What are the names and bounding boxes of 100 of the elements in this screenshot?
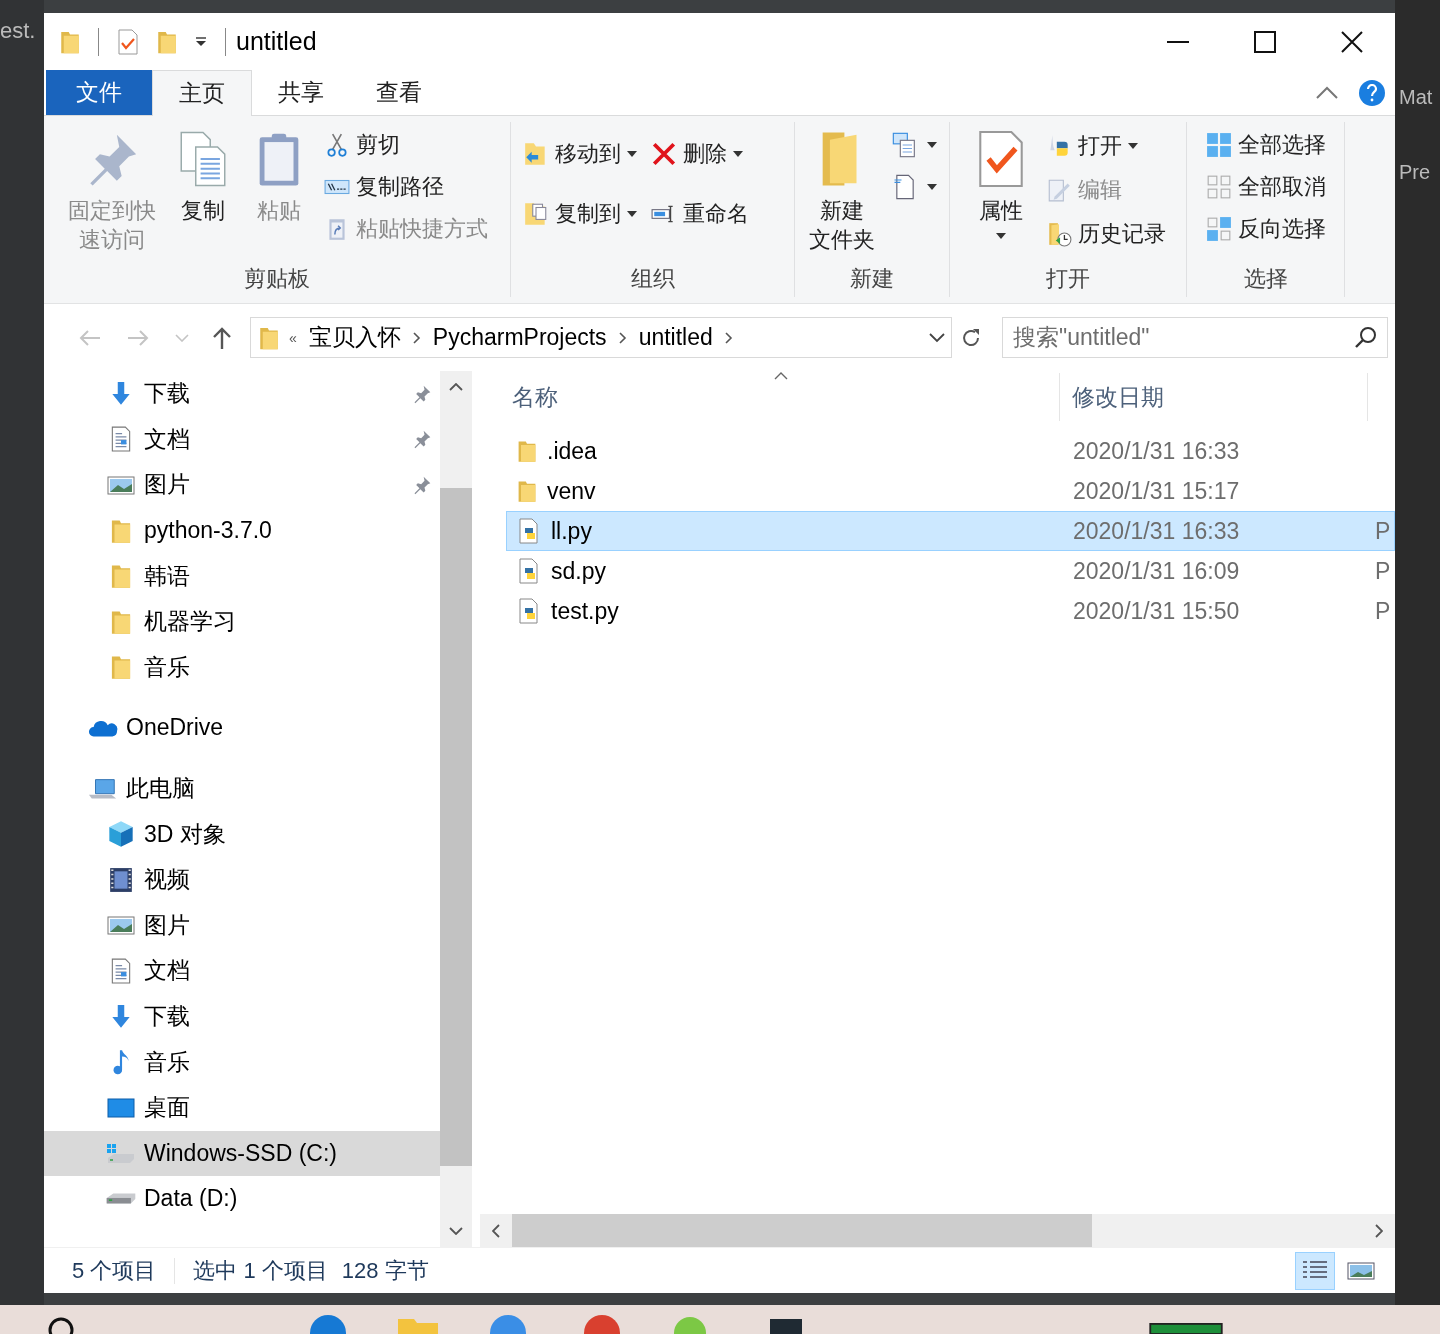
chevron-down-icon <box>449 1227 463 1235</box>
overflow-marker[interactable]: « <box>289 329 297 346</box>
ribbon-button[interactable]: 新建 文件夹 <box>803 124 881 254</box>
ribbon-tab[interactable]: 主页 <box>152 70 252 116</box>
chevron-down-icon <box>929 332 945 343</box>
navigation-item[interactable]: 音乐 <box>44 644 440 691</box>
modified-date: 2020/1/31 16:33 <box>1072 437 1241 465</box>
navigation-item[interactable]: 图片 <box>44 462 440 508</box>
ribbon-tab[interactable]: 查看 <box>350 70 448 115</box>
ribbon-button[interactable]: 复制到 <box>519 184 641 244</box>
chevron-icon <box>618 331 627 344</box>
background-text: Mat <box>1398 86 1433 109</box>
details-view-button[interactable] <box>1295 1251 1335 1290</box>
modified-date: 2020/1/31 16:09 <box>1072 557 1241 585</box>
group-label: 组织 <box>629 265 676 293</box>
folder-icon <box>110 654 132 681</box>
chevron-up-icon <box>449 383 463 391</box>
ribbon-tab[interactable]: 共享 <box>252 70 350 115</box>
group-label: 剪贴板 <box>243 265 311 293</box>
ribbon-button[interactable]: 复制路径 <box>320 166 492 208</box>
navigation-item[interactable]: 机器学习 <box>44 598 440 645</box>
group-label: 选择 <box>1242 265 1289 293</box>
breadcrumb[interactable]: 宝贝入怀 <box>306 322 403 353</box>
file-row[interactable]: ll.py 2020/1/31 16:33 P <box>506 511 1395 551</box>
navigation-item[interactable]: Data (D:) <box>44 1176 440 1222</box>
chevron-icon <box>724 331 733 344</box>
ribbon-button[interactable]: 全部取消 <box>1201 166 1330 208</box>
python-file-icon <box>517 558 541 584</box>
ribbon-button[interactable]: 复制 <box>168 124 238 225</box>
minimize-icon <box>1166 40 1189 43</box>
scrollbar-thumb[interactable] <box>512 1214 1092 1247</box>
navigation-item[interactable]: 视频 <box>44 856 440 903</box>
folder-documents-icon <box>523 201 549 227</box>
breadcrumb[interactable]: untitled <box>636 324 715 351</box>
refresh-icon <box>960 326 982 349</box>
file-name: sd.py <box>551 557 606 585</box>
navigation-item[interactable]: 下载 <box>44 993 440 1040</box>
delete-icon <box>651 141 677 167</box>
navigation-item[interactable]: 3D 对象 <box>44 811 440 857</box>
ribbon-button[interactable]: 重命名 <box>647 184 753 244</box>
cube-icon <box>107 820 135 849</box>
column-header[interactable]: 修改日期 <box>1060 373 1368 421</box>
navigation-item[interactable]: 文档 <box>44 948 440 994</box>
up-arrow-icon <box>212 325 232 350</box>
navigation-item[interactable]: 文档 <box>44 416 440 463</box>
film-icon <box>108 866 134 893</box>
navigation-item[interactable]: python-3.7.0 <box>44 507 440 554</box>
ribbon-button[interactable]: 打开 <box>1042 124 1170 168</box>
ribbon-button[interactable]: 历史记录 <box>1042 212 1170 256</box>
properties-icon[interactable] <box>117 28 139 55</box>
file-row[interactable]: .idea 2020/1/31 16:33 <box>506 431 1395 471</box>
file-row[interactable]: venv 2020/1/31 15:17 <box>506 471 1395 511</box>
ribbon-button[interactable]: 删除 <box>647 124 753 184</box>
chevron-right-icon <box>1375 1223 1383 1238</box>
navigation-item[interactable]: 桌面 <box>44 1084 440 1131</box>
file-row[interactable]: sd.py 2020/1/31 16:09 P <box>506 551 1395 591</box>
navigation-item[interactable]: 韩语 <box>44 553 440 599</box>
file-name: ll.py <box>551 517 592 545</box>
help-button[interactable] <box>1359 79 1385 106</box>
ribbon-button[interactable]: 移动到 <box>519 124 641 184</box>
file-name: .idea <box>547 437 597 465</box>
back-arrow-icon <box>78 328 102 347</box>
ribbon-button[interactable]: 剪切 <box>320 124 492 166</box>
ribbon-button[interactable]: 反向选择 <box>1201 208 1330 250</box>
folder-icon <box>110 563 132 590</box>
column-header[interactable]: 名称 <box>506 373 1060 421</box>
python-file-icon <box>517 598 541 624</box>
window-title: untitled <box>236 27 317 56</box>
close-icon <box>1340 30 1363 53</box>
scrollbar-thumb[interactable] <box>440 488 472 1166</box>
sort-caret-icon <box>774 372 788 380</box>
search-field[interactable]: 搜索"untitled" <box>1002 317 1388 358</box>
chevron-down-icon <box>175 333 189 342</box>
ribbon-button[interactable]: 属性 <box>966 124 1036 239</box>
navigation-item[interactable]: 下载 <box>44 371 440 417</box>
invert-selection-icon <box>1205 216 1232 242</box>
search-icon <box>1354 325 1378 349</box>
file-name: venv <box>547 477 596 505</box>
collapse-ribbon-icon[interactable] <box>1315 85 1339 100</box>
forward-arrow-icon <box>126 328 150 347</box>
ribbon-button[interactable]: 全部选择 <box>1201 124 1330 166</box>
navigation-item[interactable]: Windows-SSD (C:) <box>44 1130 440 1177</box>
desktop-icon <box>107 1096 135 1119</box>
modified-date: 2020/1/31 16:33 <box>1072 517 1241 545</box>
navigation-item[interactable]: 图片 <box>44 902 440 949</box>
file-menu-tab[interactable]: 文件 <box>46 70 152 115</box>
navigation-item[interactable]: OneDrive <box>44 705 440 751</box>
group-label: 打开 <box>1045 265 1091 293</box>
table-cell-text: P <box>1374 597 1391 625</box>
file-row[interactable]: test.py 2020/1/31 15:50 P <box>506 591 1395 631</box>
breadcrumb[interactable]: PycharmProjects <box>430 324 609 351</box>
navigation-item[interactable]: 音乐 <box>44 1039 440 1085</box>
background-text: Pre <box>1398 161 1431 184</box>
dropdown-icon[interactable] <box>195 36 207 47</box>
background-text: est. <box>0 18 36 44</box>
python-file-icon <box>517 518 541 544</box>
selection-size: 128 字节 <box>341 1256 429 1285</box>
address-bar[interactable]: « 宝贝入怀 PycharmProjects untitled <box>250 317 952 358</box>
navigation-item[interactable]: 此电脑 <box>44 765 440 812</box>
item-count: 5 个项目 <box>72 1256 157 1285</box>
